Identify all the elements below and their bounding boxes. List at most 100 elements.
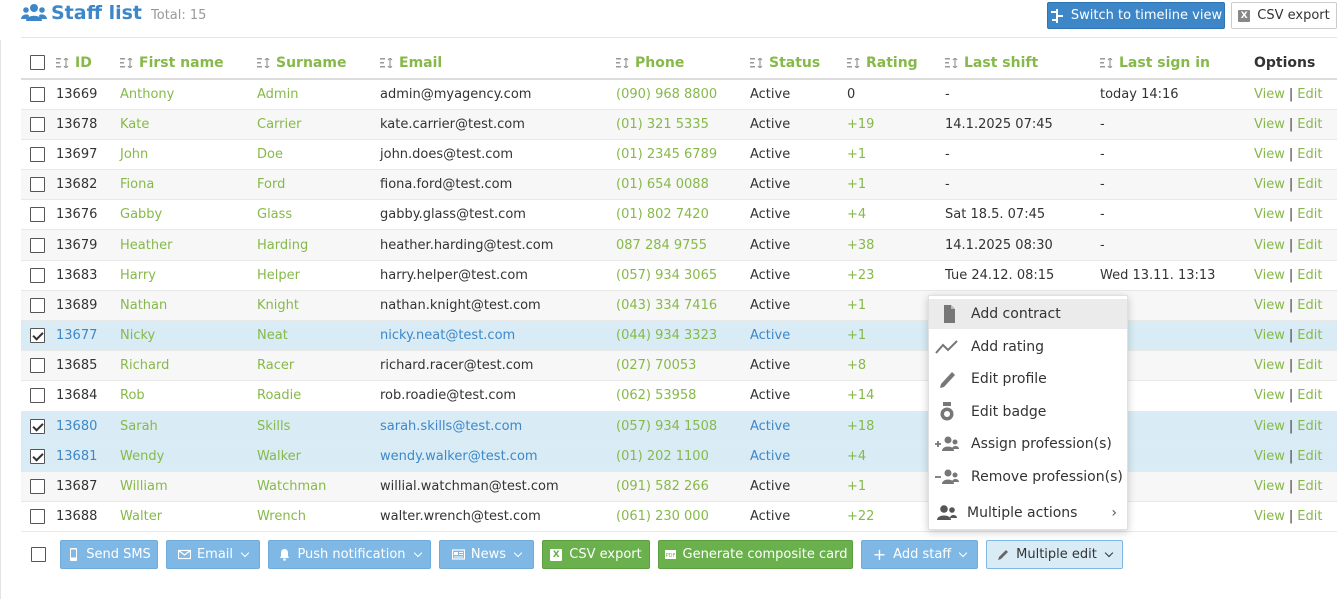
edit-link[interactable]: Edit — [1297, 117, 1322, 132]
row-checkbox[interactable] — [30, 207, 45, 223]
cell-phone[interactable]: (044) 934 3323 — [616, 320, 750, 352]
cell-first-name[interactable]: Anthony — [120, 79, 257, 110]
menu-item-remove-profession[interactable]: Remove profession(s) — [929, 462, 1127, 492]
table-row[interactable]: 13678 Kate Carrier kate.carrier@test.com (01… — [21, 109, 1337, 140]
row-checkbox[interactable] — [30, 479, 45, 495]
column-header-first-name[interactable]: First name — [120, 47, 257, 80]
select-all-checkbox[interactable] — [30, 55, 45, 70]
menu-item-add-contract[interactable]: Add contract — [929, 299, 1127, 329]
cell-first-name[interactable]: Harry — [120, 260, 257, 291]
switch-timeline-button[interactable]: Switch to timeline view — [1047, 2, 1225, 29]
column-header-phone[interactable]: Phone — [616, 47, 750, 80]
table-row[interactable]: 13684 Rob Roadie rob.roadie@test.com (062) 5… — [21, 380, 1337, 412]
edit-link[interactable]: Edit — [1297, 268, 1322, 283]
row-checkbox[interactable] — [30, 177, 45, 193]
cell-surname[interactable]: Watchman — [257, 471, 380, 503]
send-sms-button[interactable]: Send SMS — [60, 540, 158, 569]
cell-surname[interactable]: Wrench — [257, 501, 380, 533]
view-link[interactable]: View — [1254, 509, 1285, 524]
cell-phone[interactable]: (057) 934 1508 — [616, 411, 750, 442]
view-link[interactable]: View — [1254, 419, 1285, 434]
view-link[interactable]: View — [1254, 177, 1285, 192]
cell-first-name[interactable]: Sarah — [120, 411, 257, 442]
view-link[interactable]: View — [1254, 147, 1285, 162]
cell-surname[interactable]: Glass — [257, 199, 380, 231]
cell-first-name[interactable]: Richard — [120, 350, 257, 382]
table-row[interactable]: 13680 Sarah Skills sarah.skills@test.com (05… — [21, 411, 1337, 442]
cell-surname[interactable]: Walker — [257, 441, 380, 472]
edit-link[interactable]: Edit — [1297, 449, 1322, 464]
view-link[interactable]: View — [1254, 449, 1285, 464]
edit-link[interactable]: Edit — [1297, 479, 1322, 494]
csv-export-top-button[interactable]: X CSV export — [1231, 2, 1337, 29]
view-link[interactable]: View — [1254, 298, 1285, 313]
row-checkbox[interactable] — [30, 237, 45, 253]
row-checkbox[interactable] — [30, 388, 45, 404]
cell-first-name[interactable]: Nicky — [120, 320, 257, 352]
edit-link[interactable]: Edit — [1297, 509, 1322, 524]
table-row[interactable]: 13677 Nicky Neat nicky.neat@test.com (044) 9… — [21, 320, 1337, 352]
edit-link[interactable]: Edit — [1297, 238, 1322, 253]
cell-first-name[interactable]: Wendy — [120, 441, 257, 472]
edit-link[interactable]: Edit — [1297, 388, 1322, 403]
row-checkbox[interactable] — [30, 358, 45, 374]
view-link[interactable]: View — [1254, 87, 1285, 102]
cell-surname[interactable]: Neat — [257, 320, 380, 352]
cell-first-name[interactable]: Heather — [120, 229, 257, 261]
cell-first-name[interactable]: Kate — [120, 109, 257, 140]
view-link[interactable]: View — [1254, 358, 1285, 373]
cell-phone[interactable]: 087 284 9755 — [616, 229, 750, 261]
cell-first-name[interactable]: Walter — [120, 501, 257, 533]
cell-first-name[interactable]: Fiona — [120, 169, 257, 201]
column-header-rating[interactable]: Rating — [847, 47, 945, 80]
row-checkbox[interactable] — [30, 418, 45, 434]
news-button[interactable]: News — [439, 540, 534, 569]
column-header-status[interactable]: Status — [750, 47, 847, 80]
row-checkbox[interactable] — [30, 297, 45, 313]
view-link[interactable]: View — [1254, 207, 1285, 222]
cell-phone[interactable]: (01) 2345 6789 — [616, 139, 750, 171]
select-all-bottom-checkbox[interactable] — [31, 547, 46, 562]
cell-phone[interactable]: (01) 202 1100 — [616, 441, 750, 472]
cell-surname[interactable]: Racer — [257, 350, 380, 382]
email-button[interactable]: Email — [166, 540, 260, 569]
cell-surname[interactable]: Ford — [257, 169, 380, 201]
edit-link[interactable]: Edit — [1297, 328, 1322, 343]
cell-phone[interactable]: (091) 582 266 — [616, 471, 750, 503]
column-header-surname[interactable]: Surname — [257, 47, 380, 80]
cell-surname[interactable]: Admin — [257, 79, 380, 110]
add-staff-button[interactable]: + Add staff — [861, 540, 978, 569]
menu-item-multiple-actions[interactable]: Multiple actions › — [929, 498, 1127, 528]
menu-item-assign-profession[interactable]: Assign profession(s) — [929, 429, 1127, 459]
table-row[interactable]: 13688 Walter Wrench walter.wrench@test.com(… — [21, 501, 1337, 533]
row-checkbox[interactable] — [30, 328, 45, 344]
row-checkbox[interactable] — [30, 86, 45, 102]
menu-item-edit-profile[interactable]: Edit profile — [929, 364, 1127, 394]
table-row[interactable]: 13685 Richard Racer richard.racer@test.com(… — [21, 350, 1337, 382]
cell-phone[interactable]: (062) 53958 — [616, 380, 750, 412]
cell-phone[interactable]: (057) 934 3065 — [616, 260, 750, 291]
menu-item-edit-badge[interactable]: Edit badge — [929, 397, 1127, 427]
table-row[interactable]: 13681 Wendy Walker wendy.walker@test.com (01… — [21, 441, 1337, 472]
cell-phone[interactable]: (061) 230 000 — [616, 501, 750, 533]
edit-link[interactable]: Edit — [1297, 87, 1322, 102]
table-row[interactable]: 13687 William Watchman willial.watchman@tes… — [21, 471, 1337, 503]
csv-export-bottom-button[interactable]: X CSV export — [542, 540, 650, 569]
cell-first-name[interactable]: John — [120, 139, 257, 171]
view-link[interactable]: View — [1254, 328, 1285, 343]
edit-link[interactable]: Edit — [1297, 177, 1322, 192]
table-row[interactable]: 13669 Anthony Admin admin@myagency.com (090)… — [21, 79, 1337, 110]
table-row[interactable]: 13697 John Doe john.does@test.com (01) 2345 … — [21, 139, 1337, 171]
cell-first-name[interactable]: William — [120, 471, 257, 503]
column-header-last-shift[interactable]: Last shift — [945, 47, 1100, 80]
view-link[interactable]: View — [1254, 479, 1285, 494]
row-checkbox[interactable] — [30, 267, 45, 283]
view-link[interactable]: View — [1254, 238, 1285, 253]
column-header-email[interactable]: Email — [380, 47, 616, 80]
menu-item-add-rating[interactable]: Add rating — [929, 332, 1127, 362]
cell-phone[interactable]: (090) 968 8800 — [616, 79, 750, 110]
table-row[interactable]: 13682 Fiona Ford fiona.ford@test.com (01) 65… — [21, 169, 1337, 201]
edit-link[interactable]: Edit — [1297, 207, 1322, 222]
cell-surname[interactable]: Doe — [257, 139, 380, 171]
cell-surname[interactable]: Helper — [257, 260, 380, 291]
